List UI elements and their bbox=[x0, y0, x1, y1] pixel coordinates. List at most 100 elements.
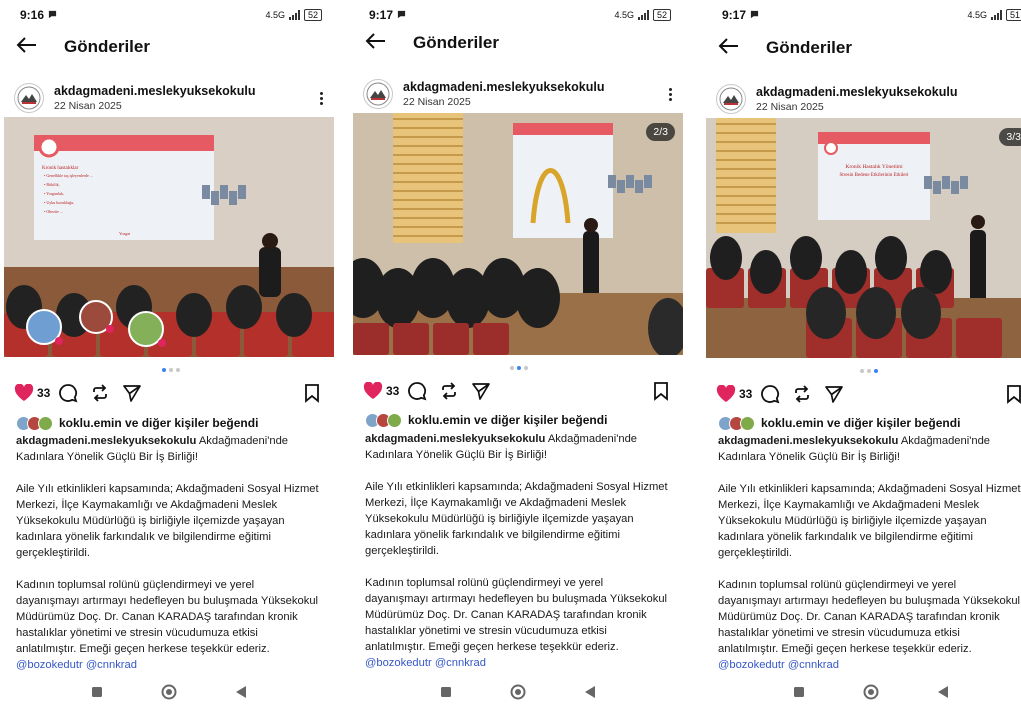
post-photo[interactable]: 2/3 bbox=[353, 113, 683, 355]
square-icon[interactable] bbox=[91, 685, 103, 703]
page-title: Gönderiler bbox=[64, 37, 150, 56]
square-icon[interactable] bbox=[793, 685, 805, 703]
caption-paragraph-1: Aile Yılı etkinlikleri kapsamında; Akdağ… bbox=[365, 481, 668, 557]
caption-user[interactable]: akdagmadeni.meslekyuksekokulu bbox=[365, 433, 545, 445]
android-nav-bar bbox=[353, 683, 683, 705]
liked-by-user[interactable]: koklu.emin bbox=[408, 413, 471, 427]
photo-slide-3: Kronik Hastalık Yönetimi Stresin Bedene … bbox=[706, 118, 1021, 358]
caption-paragraph-2: Kadının toplumsal rolünü güçlendirmeyi v… bbox=[16, 579, 319, 655]
account-avatar[interactable] bbox=[363, 79, 393, 109]
signal-icon bbox=[637, 10, 649, 20]
square-icon[interactable] bbox=[440, 685, 452, 703]
comment-icon[interactable] bbox=[58, 383, 78, 403]
comment-icon[interactable] bbox=[407, 381, 427, 401]
carousel-counter: 2/3 bbox=[646, 123, 675, 141]
arrow-left-icon[interactable] bbox=[16, 36, 38, 59]
story-avatar[interactable] bbox=[128, 311, 164, 347]
presenter bbox=[583, 231, 599, 301]
more-vertical-icon[interactable] bbox=[316, 91, 326, 105]
carousel-dot bbox=[860, 369, 864, 373]
bookmark-icon[interactable] bbox=[304, 383, 320, 403]
triangle-back-icon[interactable] bbox=[235, 685, 247, 704]
status-time: 9:17 bbox=[722, 8, 747, 22]
caption-mentions[interactable]: @bozokedutr @cnnkrad bbox=[365, 657, 486, 669]
post-caption: akdagmadeni.meslekyuksekokulu Akdağmaden… bbox=[718, 433, 1021, 673]
liked-by-rest: ve diğer kişiler beğendi bbox=[121, 416, 259, 430]
triangle-back-icon[interactable] bbox=[937, 685, 949, 704]
post-photo[interactable]: Kronik Hastalık Yönetimi Stresin Bedene … bbox=[706, 118, 1021, 358]
repost-icon[interactable] bbox=[439, 381, 459, 401]
slide-line: • Obezite ... bbox=[44, 209, 63, 214]
heart-icon[interactable] bbox=[14, 384, 34, 402]
carousel-dot bbox=[874, 369, 878, 373]
top-bar: Gönderiler bbox=[16, 34, 150, 60]
notification-icon bbox=[397, 8, 406, 22]
liked-by-row[interactable]: koklu.emin ve diğer kişiler beğendi bbox=[365, 411, 673, 429]
avatar bbox=[38, 415, 53, 431]
comment-icon[interactable] bbox=[760, 384, 780, 404]
send-icon[interactable] bbox=[122, 383, 142, 403]
heart-icon[interactable] bbox=[363, 382, 383, 400]
post-photo[interactable]: Kronik hastalıklar • Genellikle taş işle… bbox=[4, 117, 334, 357]
caption-user[interactable]: akdagmadeni.meslekyuksekokulu bbox=[718, 435, 898, 447]
post-actions: 33 bbox=[14, 381, 320, 405]
heart-icon[interactable] bbox=[716, 385, 736, 403]
post-date: 22 Nisan 2025 bbox=[54, 100, 122, 112]
account-avatar[interactable] bbox=[14, 83, 44, 113]
circle-icon[interactable] bbox=[161, 684, 177, 705]
account-name[interactable]: akdagmadeni.meslekyuksekokulu bbox=[54, 84, 316, 98]
post-header: akdagmadeni.meslekyuksekokulu 22 Nisan 2… bbox=[363, 76, 675, 112]
carousel-dot bbox=[524, 366, 528, 370]
carousel-dots bbox=[860, 369, 878, 373]
liked-by-row[interactable]: koklu.emin ve diğer kişiler beğendi bbox=[16, 414, 324, 432]
caption-mentions[interactable]: @bozokedutr @cnnkrad bbox=[16, 659, 137, 671]
status-bar: 9:17 4.5G 51 bbox=[722, 6, 1021, 24]
liked-by-rest: ve diğer kişiler beğendi bbox=[823, 416, 961, 430]
liked-by-row[interactable]: koklu.emin ve diğer kişiler beğendi bbox=[718, 414, 1021, 432]
post-actions: 33 bbox=[363, 379, 669, 403]
status-time: 9:16 bbox=[20, 8, 45, 22]
notification-icon bbox=[750, 8, 759, 22]
more-vertical-icon[interactable] bbox=[665, 87, 675, 101]
repost-icon[interactable] bbox=[792, 384, 812, 404]
caption-mentions[interactable]: @bozokedutr @cnnkrad bbox=[718, 659, 839, 671]
send-icon[interactable] bbox=[824, 384, 844, 404]
slide-line: • Genellikle taş işleyenlerde ... bbox=[44, 173, 93, 178]
top-bar: Gönderiler bbox=[365, 30, 499, 56]
triangle-back-icon[interactable] bbox=[584, 685, 596, 704]
send-icon[interactable] bbox=[471, 381, 491, 401]
liked-by-user[interactable]: koklu.emin bbox=[761, 416, 824, 430]
post-date: 22 Nisan 2025 bbox=[756, 101, 824, 113]
page-title: Gönderiler bbox=[413, 33, 499, 52]
post-header: akdagmadeni.meslekyuksekokulu 22 Nisan 2… bbox=[716, 81, 1021, 117]
account-avatar[interactable] bbox=[716, 84, 746, 114]
photo-slide-1: Kronik hastalıklar • Genellikle taş işle… bbox=[4, 117, 334, 357]
circle-icon[interactable] bbox=[863, 684, 879, 705]
arrow-left-icon[interactable] bbox=[718, 37, 740, 60]
carousel-dot bbox=[867, 369, 871, 373]
page-title: Gönderiler bbox=[766, 38, 852, 57]
caption-paragraph-2: Kadının toplumsal rolünü güçlendirmeyi v… bbox=[365, 577, 668, 653]
battery-icon: 52 bbox=[303, 9, 322, 21]
top-bar: Gönderiler bbox=[718, 35, 852, 61]
caption-user[interactable]: akdagmadeni.meslekyuksekokulu bbox=[16, 435, 196, 447]
liked-by-user[interactable]: koklu.emin bbox=[59, 416, 122, 430]
post-caption: akdagmadeni.meslekyuksekokulu Akdağmaden… bbox=[16, 433, 320, 673]
account-name[interactable]: akdagmadeni.meslekyuksekokulu bbox=[756, 85, 1018, 99]
school-logo-icon bbox=[17, 86, 41, 110]
carousel-dot bbox=[169, 368, 173, 372]
post-header: akdagmadeni.meslekyuksekokulu 22 Nisan 2… bbox=[14, 80, 326, 116]
repost-icon[interactable] bbox=[90, 383, 110, 403]
caption-paragraph-1: Aile Yılı etkinlikleri kapsamında; Akdağ… bbox=[16, 483, 319, 559]
arrow-left-icon[interactable] bbox=[365, 32, 387, 55]
account-name[interactable]: akdagmadeni.meslekyuksekokulu bbox=[403, 80, 665, 94]
phone-screen-1: 9:16 4.5G 52 Gönderiler akdagmadeni.mesl… bbox=[4, 0, 334, 711]
bookmark-icon[interactable] bbox=[653, 381, 669, 401]
bookmark-icon[interactable] bbox=[1006, 384, 1021, 404]
liked-by-rest: ve diğer kişiler beğendi bbox=[470, 413, 608, 427]
caption-paragraph-2: Kadının toplumsal rolünü güçlendirmeyi v… bbox=[718, 579, 1021, 655]
like-count: 33 bbox=[739, 387, 753, 401]
liker-avatars bbox=[365, 412, 402, 428]
slide-footer: Yozgat bbox=[119, 231, 131, 236]
circle-icon[interactable] bbox=[510, 684, 526, 705]
